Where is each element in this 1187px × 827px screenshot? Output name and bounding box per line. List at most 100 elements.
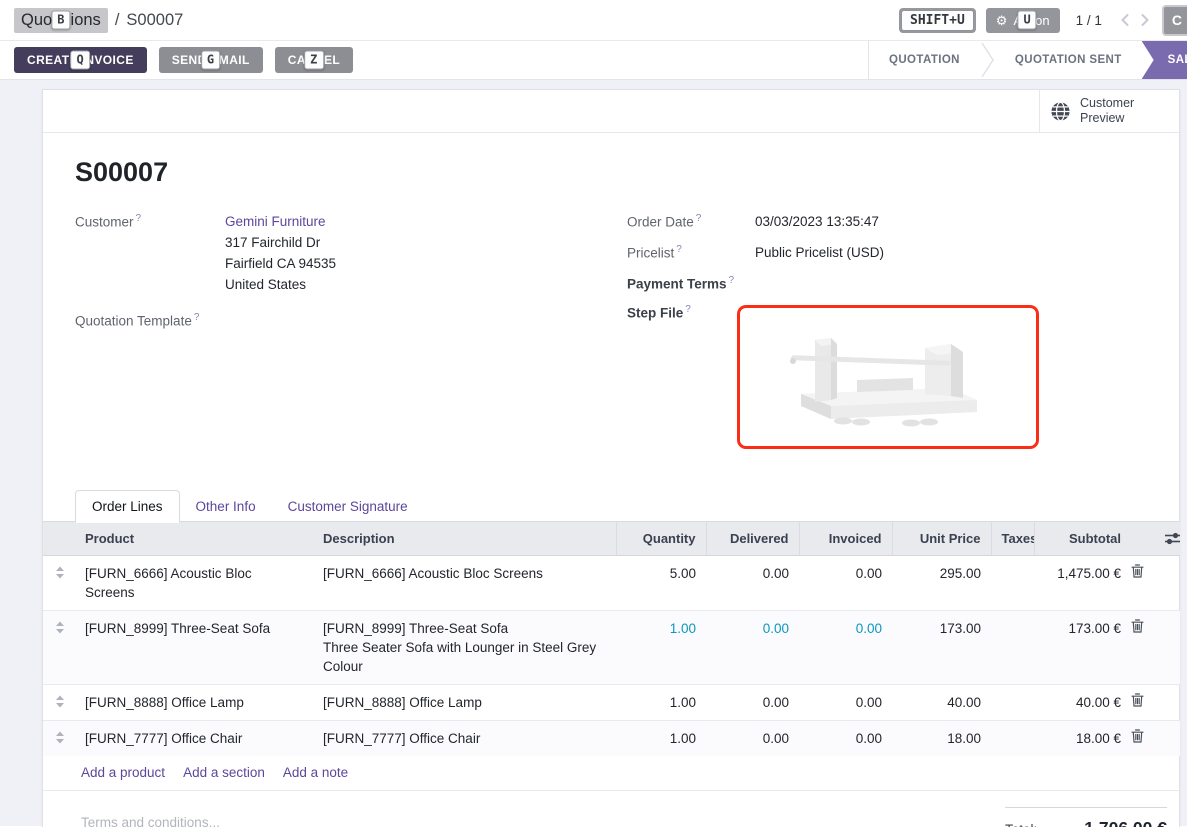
cell-unit-price[interactable]: 173.00: [892, 610, 991, 684]
column-header-invoiced[interactable]: Invoiced: [799, 521, 892, 555]
cell-description[interactable]: [FURN_7777] Office Chair: [313, 720, 616, 756]
field-groups: Customer? Gemini Furniture 317 Fairchild…: [75, 212, 1147, 460]
column-header-delivered[interactable]: Delivered: [706, 521, 799, 555]
pager-next-icon[interactable]: [1137, 12, 1152, 28]
cell-invoiced[interactable]: 0.00: [799, 684, 892, 720]
cell-description[interactable]: [FURN_8888] Office Lamp: [313, 684, 616, 720]
delete-row-button[interactable]: [1131, 610, 1155, 684]
trash-icon: [1131, 564, 1144, 578]
action-buttons: CREATE INVOICE Q SEND EMAIL G CANCEL Z: [0, 47, 353, 73]
keyboard-hint-z: Z: [304, 51, 324, 70]
customer-address-line: Fairfield CA 94535: [225, 253, 336, 274]
cell-product[interactable]: [FURN_7777] Office Chair: [75, 720, 313, 756]
customer-value-link[interactable]: Gemini Furniture: [225, 212, 336, 232]
status-bar: QUOTATION QUOTATION SENT SALES ORDER: [868, 41, 1187, 79]
tab-order-lines[interactable]: Order Lines: [75, 490, 180, 523]
drag-handle[interactable]: [43, 684, 75, 720]
table-row[interactable]: [FURN_8888] Office Lamp [FURN_8888] Offi…: [43, 684, 1180, 720]
breadcrumb-quotations-link[interactable]: Quotations B: [14, 8, 108, 33]
action-menu-button[interactable]: ⚙ Action U: [986, 8, 1060, 33]
cell-subtotal: 173.00 €: [1034, 610, 1131, 684]
column-header-description[interactable]: Description: [313, 521, 616, 555]
cell-delivered[interactable]: 0.00: [706, 720, 799, 756]
stage-quotation[interactable]: QUOTATION: [869, 41, 980, 79]
table-row[interactable]: [FURN_6666] Acoustic Bloc Screens [FURN_…: [43, 555, 1180, 610]
cell-invoiced[interactable]: 0.00: [799, 610, 892, 684]
column-header-taxes[interactable]: Taxes: [991, 521, 1034, 555]
add-a-section-link[interactable]: Add a section: [183, 765, 265, 780]
pricelist-label: Pricelist?: [627, 243, 755, 263]
breadcrumb-separator: /: [115, 11, 120, 30]
customer-address-line: 317 Fairchild Dr: [225, 232, 336, 253]
cell-quantity[interactable]: 1.00: [616, 720, 706, 756]
order-date-value[interactable]: 03/03/2023 13:35:47: [755, 212, 879, 232]
keyboard-hint-q: Q: [71, 51, 91, 70]
cell-taxes[interactable]: [991, 610, 1034, 684]
shift-u-hint-badge: SHIFT+U: [899, 8, 976, 33]
cell-invoiced[interactable]: 0.00: [799, 555, 892, 610]
send-email-button[interactable]: SEND EMAIL G: [159, 47, 263, 73]
step-file-image[interactable]: [737, 305, 1039, 449]
drag-handle-icon: [55, 566, 65, 579]
button-box: Customer Preview: [43, 90, 1179, 133]
cell-description[interactable]: [FURN_6666] Acoustic Bloc Screens: [313, 555, 616, 610]
cell-taxes[interactable]: [991, 720, 1034, 756]
cell-description[interactable]: [FURN_8999] Three-Seat Sofa Three Seater…: [313, 610, 616, 684]
pager-prev-icon[interactable]: [1118, 12, 1133, 28]
cell-unit-price[interactable]: 40.00: [892, 684, 991, 720]
customer-preview-button[interactable]: Customer Preview: [1039, 90, 1179, 132]
column-header-subtotal[interactable]: Subtotal: [1034, 521, 1131, 555]
help-question-icon: ?: [696, 213, 702, 224]
drag-handle[interactable]: [43, 610, 75, 684]
table-row[interactable]: [FURN_7777] Office Chair [FURN_7777] Off…: [43, 720, 1180, 756]
table-row[interactable]: [FURN_8999] Three-Seat Sofa [FURN_8999] …: [43, 610, 1180, 684]
stage-sales-order[interactable]: SALES ORDER: [1142, 41, 1187, 79]
cell-invoiced[interactable]: 0.00: [799, 720, 892, 756]
cell-delivered[interactable]: 0.00: [706, 684, 799, 720]
add-a-note-link[interactable]: Add a note: [283, 765, 348, 780]
delete-row-button[interactable]: [1131, 555, 1155, 610]
cut-off-button-label: C: [1172, 12, 1182, 28]
cell-quantity[interactable]: 5.00: [616, 555, 706, 610]
cell-product[interactable]: [FURN_8999] Three-Seat Sofa: [75, 610, 313, 684]
breadcrumb: Quotations B / S00007: [14, 8, 183, 33]
add-a-product-link[interactable]: Add a product: [81, 765, 165, 780]
drag-handle[interactable]: [43, 720, 75, 756]
optional-columns-header[interactable]: [1155, 521, 1180, 555]
keyboard-hint-g: G: [201, 51, 221, 70]
terms-and-conditions-input[interactable]: Terms and conditions...: [81, 805, 1005, 827]
cell-unit-price[interactable]: 18.00: [892, 720, 991, 756]
stage-separator-icon: [980, 41, 995, 79]
tab-other-info[interactable]: Other Info: [180, 491, 272, 522]
field-step-file: Step File?: [627, 303, 1147, 449]
cell-taxes[interactable]: [991, 684, 1034, 720]
customer-preview-label: Customer Preview: [1080, 96, 1134, 126]
cell-taxes[interactable]: [991, 555, 1034, 610]
create-invoice-button[interactable]: CREATE INVOICE Q: [14, 47, 147, 73]
cell-quantity[interactable]: 1.00: [616, 684, 706, 720]
cell-product[interactable]: [FURN_8888] Office Lamp: [75, 684, 313, 720]
stage-quotation-sent[interactable]: QUOTATION SENT: [995, 41, 1142, 79]
help-question-icon: ?: [729, 275, 735, 286]
column-header-unit-price[interactable]: Unit Price: [892, 521, 991, 555]
delete-column-header: [1131, 521, 1155, 555]
drag-handle[interactable]: [43, 555, 75, 610]
cell-delivered[interactable]: 0.00: [706, 610, 799, 684]
cell-product[interactable]: [FURN_6666] Acoustic Bloc Screens: [75, 555, 313, 610]
column-header-quantity[interactable]: Quantity: [616, 521, 706, 555]
pricelist-value[interactable]: Public Pricelist (USD): [755, 243, 884, 263]
order-lines-table: Product Description Quantity Delivered I…: [43, 521, 1180, 756]
trash-icon: [1131, 693, 1144, 707]
help-question-icon: ?: [685, 304, 691, 315]
cell-quantity[interactable]: 1.00: [616, 610, 706, 684]
cell-delivered[interactable]: 0.00: [706, 555, 799, 610]
column-header-product[interactable]: Product: [75, 521, 313, 555]
tab-customer-signature[interactable]: Customer Signature: [272, 491, 424, 522]
cancel-button[interactable]: CANCEL Z: [275, 47, 353, 73]
cell-unit-price[interactable]: 295.00: [892, 555, 991, 610]
cell-subtotal: 40.00 €: [1034, 684, 1131, 720]
drag-handle-icon: [55, 731, 65, 744]
delete-row-button[interactable]: [1131, 720, 1155, 756]
cut-off-button[interactable]: C: [1162, 5, 1187, 36]
delete-row-button[interactable]: [1131, 684, 1155, 720]
